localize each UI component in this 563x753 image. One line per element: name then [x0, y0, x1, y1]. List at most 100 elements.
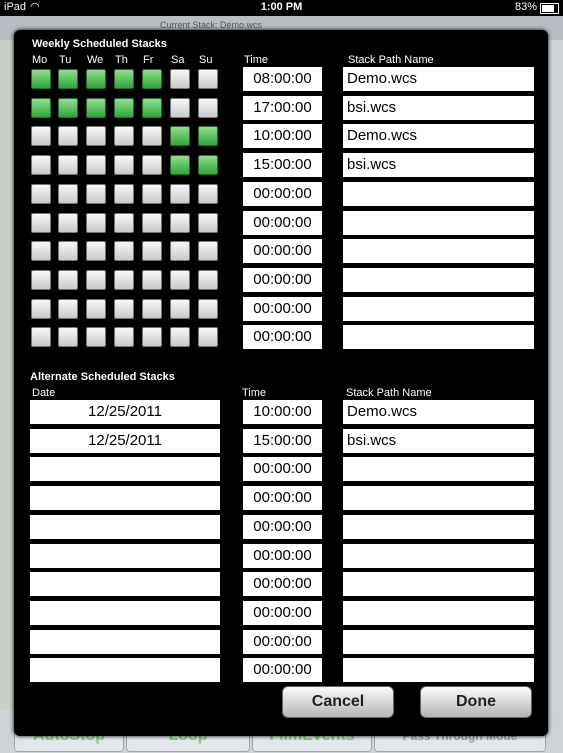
- alternate-time-field[interactable]: 00:00:00: [243, 514, 322, 539]
- day-toggle-su[interactable]: [198, 97, 218, 118]
- weekly-time-field[interactable]: 08:00:00: [243, 67, 322, 91]
- day-toggle-tu[interactable]: [58, 269, 78, 290]
- alternate-path-field[interactable]: [343, 629, 534, 654]
- day-toggle-sa[interactable]: [170, 269, 190, 290]
- day-toggle-fr[interactable]: [142, 327, 162, 348]
- day-toggle-su[interactable]: [198, 126, 218, 147]
- day-toggle-we[interactable]: [86, 327, 106, 348]
- weekly-time-field[interactable]: 00:00:00: [243, 296, 322, 321]
- alternate-path-field[interactable]: [343, 457, 534, 482]
- alternate-path-field[interactable]: bsi.wcs: [343, 428, 534, 453]
- day-toggle-su[interactable]: [198, 269, 218, 290]
- day-toggle-th[interactable]: [114, 126, 134, 147]
- alternate-date-field[interactable]: [30, 572, 220, 597]
- day-toggle-fr[interactable]: [142, 241, 162, 262]
- day-toggle-fr[interactable]: [142, 97, 162, 118]
- weekly-path-field[interactable]: bsi.wcs: [343, 95, 534, 120]
- day-toggle-su[interactable]: [198, 155, 218, 176]
- day-toggle-sa[interactable]: [170, 97, 190, 118]
- day-toggle-su[interactable]: [198, 212, 218, 233]
- day-toggle-mo[interactable]: [31, 241, 51, 262]
- weekly-time-field[interactable]: 10:00:00: [243, 124, 322, 149]
- weekly-time-field[interactable]: 17:00:00: [243, 95, 322, 120]
- day-toggle-th[interactable]: [114, 269, 134, 290]
- alternate-time-field[interactable]: 00:00:00: [243, 457, 322, 482]
- day-toggle-we[interactable]: [86, 183, 106, 204]
- weekly-time-field[interactable]: 00:00:00: [243, 239, 322, 264]
- day-toggle-sa[interactable]: [170, 126, 190, 147]
- alternate-time-field[interactable]: 00:00:00: [243, 658, 322, 683]
- day-toggle-tu[interactable]: [58, 126, 78, 147]
- alternate-date-field[interactable]: [30, 514, 220, 539]
- day-toggle-fr[interactable]: [142, 212, 162, 233]
- day-toggle-we[interactable]: [86, 126, 106, 147]
- weekly-path-field[interactable]: Demo.wcs: [343, 67, 534, 91]
- day-toggle-mo[interactable]: [31, 97, 51, 118]
- alternate-date-field[interactable]: 12/25/2011: [30, 400, 220, 424]
- alternate-time-field[interactable]: 15:00:00: [243, 428, 322, 453]
- alternate-date-field[interactable]: [30, 543, 220, 568]
- weekly-path-field[interactable]: [343, 296, 534, 321]
- day-toggle-su[interactable]: [198, 241, 218, 262]
- day-toggle-th[interactable]: [114, 298, 134, 319]
- alternate-path-field[interactable]: [343, 572, 534, 597]
- day-toggle-sa[interactable]: [170, 155, 190, 176]
- alternate-time-field[interactable]: 00:00:00: [243, 629, 322, 654]
- day-toggle-sa[interactable]: [170, 183, 190, 204]
- alternate-date-field[interactable]: [30, 629, 220, 654]
- day-toggle-th[interactable]: [114, 241, 134, 262]
- day-toggle-fr[interactable]: [142, 155, 162, 176]
- day-toggle-tu[interactable]: [58, 212, 78, 233]
- alternate-path-field[interactable]: [343, 486, 534, 511]
- cancel-button[interactable]: Cancel: [282, 686, 394, 718]
- day-toggle-fr[interactable]: [142, 269, 162, 290]
- day-toggle-su[interactable]: [198, 298, 218, 319]
- day-toggle-we[interactable]: [86, 97, 106, 118]
- day-toggle-sa[interactable]: [170, 69, 190, 89]
- day-toggle-we[interactable]: [86, 212, 106, 233]
- day-toggle-sa[interactable]: [170, 212, 190, 233]
- alternate-time-field[interactable]: 00:00:00: [243, 543, 322, 568]
- weekly-path-field[interactable]: [343, 325, 534, 350]
- day-toggle-we[interactable]: [86, 269, 106, 290]
- weekly-path-field[interactable]: [343, 239, 534, 264]
- day-toggle-mo[interactable]: [31, 269, 51, 290]
- day-toggle-su[interactable]: [198, 69, 218, 89]
- alternate-time-field[interactable]: 00:00:00: [243, 572, 322, 597]
- day-toggle-tu[interactable]: [58, 155, 78, 176]
- day-toggle-we[interactable]: [86, 69, 106, 89]
- weekly-time-field[interactable]: 00:00:00: [243, 325, 322, 350]
- day-toggle-sa[interactable]: [170, 298, 190, 319]
- day-toggle-mo[interactable]: [31, 327, 51, 348]
- day-toggle-th[interactable]: [114, 97, 134, 118]
- weekly-path-field[interactable]: bsi.wcs: [343, 153, 534, 178]
- day-toggle-fr[interactable]: [142, 183, 162, 204]
- day-toggle-mo[interactable]: [31, 212, 51, 233]
- weekly-time-field[interactable]: 15:00:00: [243, 153, 322, 178]
- day-toggle-we[interactable]: [86, 155, 106, 176]
- weekly-path-field[interactable]: [343, 210, 534, 235]
- alternate-path-field[interactable]: [343, 514, 534, 539]
- alternate-date-field[interactable]: [30, 457, 220, 482]
- weekly-time-field[interactable]: 00:00:00: [243, 181, 322, 206]
- day-toggle-sa[interactable]: [170, 241, 190, 262]
- alternate-date-field[interactable]: 12/25/2011: [30, 428, 220, 453]
- day-toggle-fr[interactable]: [142, 298, 162, 319]
- day-toggle-mo[interactable]: [31, 126, 51, 147]
- done-button[interactable]: Done: [420, 686, 532, 718]
- alternate-time-field[interactable]: 10:00:00: [243, 400, 322, 424]
- alternate-date-field[interactable]: [30, 486, 220, 511]
- day-toggle-sa[interactable]: [170, 327, 190, 348]
- alternate-path-field[interactable]: [343, 658, 534, 683]
- alternate-time-field[interactable]: 00:00:00: [243, 600, 322, 625]
- day-toggle-we[interactable]: [86, 298, 106, 319]
- day-toggle-tu[interactable]: [58, 327, 78, 348]
- day-toggle-mo[interactable]: [31, 155, 51, 176]
- alternate-date-field[interactable]: [30, 600, 220, 625]
- day-toggle-fr[interactable]: [142, 126, 162, 147]
- day-toggle-th[interactable]: [114, 155, 134, 176]
- day-toggle-fr[interactable]: [142, 69, 162, 89]
- day-toggle-tu[interactable]: [58, 69, 78, 89]
- day-toggle-mo[interactable]: [31, 183, 51, 204]
- alternate-date-field[interactable]: [30, 658, 220, 683]
